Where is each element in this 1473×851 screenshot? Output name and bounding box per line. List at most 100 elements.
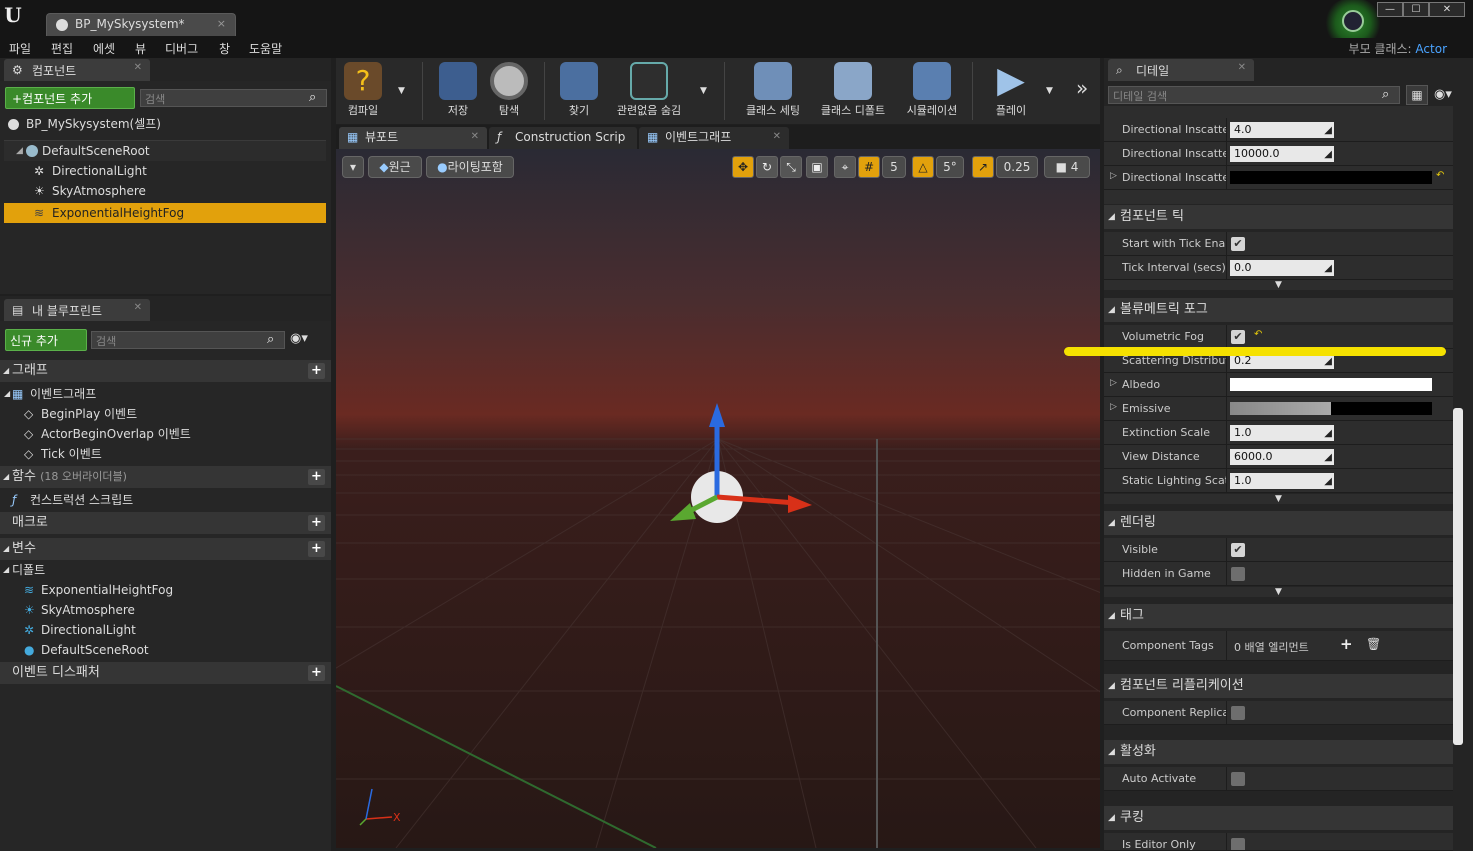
play-button[interactable]: ▶ 플레이 (976, 62, 1046, 122)
section-volumetric-fog[interactable]: ◢ 볼류메트릭 포그 (1104, 298, 1453, 322)
scale-snap-value[interactable]: 0.25 (996, 156, 1038, 178)
variable-item[interactable]: ☀ SkyAtmosphere (0, 600, 331, 620)
section-component-replication[interactable]: ◢ 컴포넌트 리플리케이션 (1104, 674, 1453, 698)
section-rendering[interactable]: ◢ 렌더링 (1104, 511, 1453, 535)
menu-view[interactable]: 뷰 (135, 40, 146, 57)
close-tab-icon[interactable]: × (217, 17, 226, 30)
simulate-button[interactable]: 시뮬레이션 (896, 62, 968, 122)
trash-icon[interactable]: 🗑 (1366, 637, 1381, 651)
functions-section-header[interactable]: ◢ 함수 (18 오버라이더블) + (0, 466, 331, 488)
details-search-input[interactable]: 디테일 검색 ⌕ (1108, 86, 1400, 104)
volumetric-fog-checkbox[interactable]: ✔ (1231, 330, 1245, 344)
tree-item-exponential-height-fog[interactable]: ≋ ExponentialHeightFog (4, 203, 326, 223)
expand-more[interactable] (1104, 190, 1453, 204)
close-window-button[interactable]: ✕ (1429, 2, 1465, 17)
menu-edit[interactable]: 편집 (51, 40, 73, 57)
add-new-button[interactable]: 신규 추가 (5, 329, 87, 351)
numeric-input[interactable]: 1.0 ◢ (1230, 425, 1334, 441)
emissive-color-swatch[interactable] (1230, 402, 1432, 415)
auto-activate-checkbox[interactable] (1231, 772, 1245, 786)
tab-construction-script[interactable]: ƒ Construction Scrip (489, 127, 637, 149)
components-search-input[interactable]: 검색 ⌕ (140, 89, 327, 107)
collapse-arrow-icon[interactable]: ◢ (16, 141, 23, 161)
grid-snap-icon[interactable]: # (858, 156, 880, 178)
menu-file[interactable]: 파일 (9, 40, 31, 57)
minimize-button[interactable]: — (1377, 2, 1403, 17)
rotation-snap-value[interactable]: 5° (936, 156, 964, 178)
components-tab[interactable]: ⚙ 컴포넌트 ✕ (4, 59, 150, 81)
rotation-snap-icon[interactable]: △ (912, 156, 934, 178)
start-with-tick-checkbox[interactable]: ✔ (1231, 237, 1245, 251)
event-graph-item[interactable]: ◢ ▦ 이벤트그래프 (0, 384, 331, 404)
add-event-dispatcher-button[interactable]: + (308, 665, 325, 681)
graph-section-header[interactable]: ◢ 그래프 + (0, 360, 331, 382)
slider-input[interactable]: 6000.0 ◢ (1230, 449, 1334, 465)
transform-gizmo[interactable] (670, 403, 812, 523)
expand-arrow-icon[interactable]: ▷ (1110, 402, 1117, 412)
event-item[interactable]: ◇ BeginPlay 이벤트 (0, 404, 331, 424)
my-blueprint-tab[interactable]: ▤ 내 블루프린트 ✕ (4, 299, 150, 321)
variable-item[interactable]: ≋ ExponentialHeightFog (0, 580, 331, 600)
view-options-eye-icon[interactable]: ◉▾ (290, 331, 308, 346)
compile-options-dropdown[interactable]: ▼ (398, 86, 405, 96)
tree-item-default-scene-root[interactable]: ◢ DefaultSceneRoot (4, 141, 326, 161)
albedo-color-swatch[interactable] (1230, 378, 1432, 391)
view-options-eye-icon[interactable]: ◉▾ (1434, 87, 1452, 102)
parent-class-link[interactable]: Actor (1415, 42, 1447, 56)
menu-debug[interactable]: 디버그 (165, 40, 198, 57)
tab-event-graph[interactable]: ▦ 이벤트그래프 ✕ (639, 127, 789, 149)
event-item[interactable]: ◇ Tick 이벤트 (0, 444, 331, 464)
toolbar-overflow-icon[interactable]: » (1076, 76, 1088, 100)
menu-asset[interactable]: 에셋 (93, 40, 115, 57)
add-component-button[interactable]: +컴포넌트 추가 (5, 87, 135, 109)
close-tab-icon[interactable]: ✕ (773, 127, 781, 147)
section-component-tick[interactable]: ◢ 컴포넌트 틱 (1104, 205, 1453, 229)
variable-item[interactable]: ● DefaultSceneRoot (0, 640, 331, 660)
add-function-button[interactable]: + (308, 469, 325, 485)
add-element-button[interactable]: + (1340, 635, 1353, 653)
section-cooking[interactable]: ◢ 쿠킹 (1104, 806, 1453, 830)
defaults-category[interactable]: ◢ 디폴트 (0, 560, 331, 580)
viewport-options-dropdown[interactable]: ▾ (342, 156, 364, 178)
class-settings-button[interactable]: 클래스 세팅 (732, 62, 814, 122)
close-tab-icon[interactable]: ✕ (134, 302, 142, 313)
visible-checkbox[interactable]: ✔ (1231, 543, 1245, 557)
surface-snap-icon[interactable]: ⌖ (834, 156, 856, 178)
viewport[interactable]: X ▾ ◆원근 ●라이팅포함 ✥ ↻ ⤡ ▣ ⌖ # 5 △ 5° ↗ 0.25… (336, 149, 1100, 848)
section-activation[interactable]: ◢ 활성화 (1104, 740, 1453, 764)
construction-script-item[interactable]: ƒ 컨스트럭션 스크립트 (0, 490, 331, 510)
scale-snap-icon[interactable]: ↗ (972, 156, 994, 178)
hide-unrelated-button[interactable]: 관련없음 숨김 (604, 62, 694, 122)
color-swatch[interactable] (1230, 171, 1432, 184)
add-graph-button[interactable]: + (308, 363, 325, 379)
tab-viewport[interactable]: ▦ 뷰포트 ✕ (339, 127, 487, 149)
world-local-icon[interactable]: ▣ (806, 156, 828, 178)
is-editor-only-checkbox[interactable] (1231, 838, 1245, 850)
numeric-input[interactable]: 4.0 ◢ (1230, 122, 1334, 138)
close-tab-icon[interactable]: ✕ (471, 127, 479, 147)
play-options-dropdown[interactable]: ▼ (1046, 86, 1053, 96)
expand-advanced-icon[interactable]: ▼ (1104, 587, 1453, 597)
reset-to-default-icon[interactable]: ↶ (1254, 329, 1262, 340)
hide-unrelated-dropdown[interactable]: ▼ (700, 86, 707, 96)
rotate-tool-icon[interactable]: ↻ (756, 156, 778, 178)
class-defaults-button[interactable]: 클래스 디폴트 (812, 62, 894, 122)
details-scrollbar[interactable] (1453, 408, 1463, 745)
translate-tool-icon[interactable]: ✥ (732, 156, 754, 178)
close-tab-icon[interactable]: ✕ (1238, 62, 1246, 73)
grid-snap-value[interactable]: 5 (882, 156, 906, 178)
menu-window[interactable]: 창 (219, 40, 230, 57)
macros-section-header[interactable]: 매크로 + (0, 512, 331, 534)
document-tab[interactable]: BP_MySkysystem* × (46, 13, 236, 36)
reset-to-default-icon[interactable]: ↶ (1436, 170, 1444, 181)
expand-advanced-icon[interactable]: ▼ (1104, 494, 1453, 504)
add-variable-button[interactable]: + (308, 541, 325, 557)
scale-tool-icon[interactable]: ⤡ (780, 156, 802, 178)
numeric-input[interactable]: 10000.0 ◢ (1230, 146, 1334, 162)
numeric-input[interactable]: 0.0 ◢ (1230, 260, 1334, 276)
component-replicates-checkbox[interactable] (1231, 706, 1245, 720)
event-dispatchers-section-header[interactable]: 이벤트 디스패처 + (0, 662, 331, 684)
add-macro-button[interactable]: + (308, 515, 325, 531)
variables-section-header[interactable]: ◢ 변수 + (0, 538, 331, 560)
blueprint-search-input[interactable]: 검색 ⌕ (91, 331, 285, 349)
